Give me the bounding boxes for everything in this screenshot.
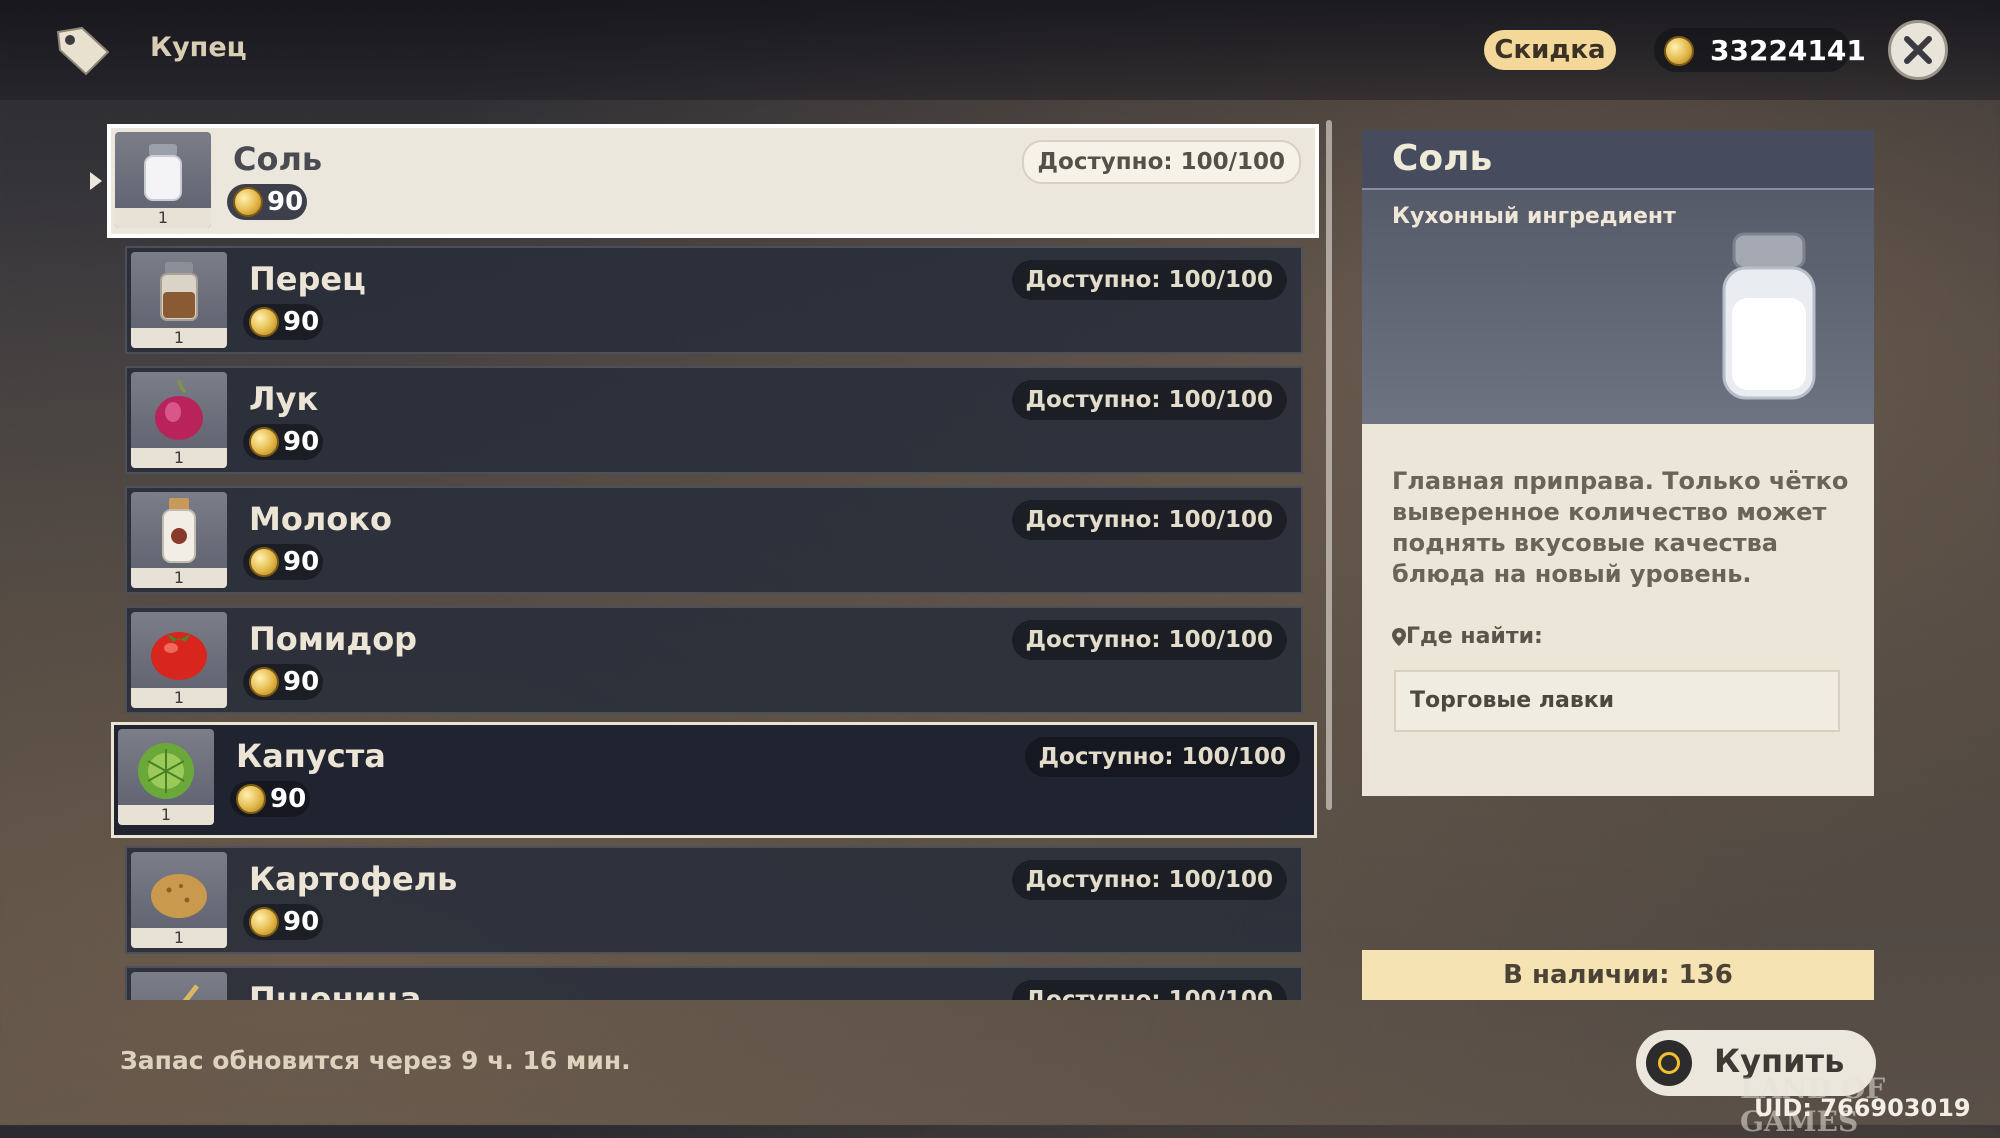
item-type: Кухонный ингредиент bbox=[1392, 204, 1676, 229]
detail-title-bar: Соль bbox=[1362, 130, 1874, 190]
price-value: 90 bbox=[283, 667, 320, 697]
player-uid: UID: 766903019 bbox=[1754, 1094, 1971, 1122]
availability-badge: Доступно: 100/100 bbox=[1011, 380, 1287, 420]
item-thumbnail: 1 bbox=[131, 612, 227, 708]
item-name: Молоко bbox=[249, 500, 392, 538]
price-value: 90 bbox=[267, 187, 304, 217]
milk-bottle-icon bbox=[162, 498, 196, 563]
item-price: 90 bbox=[243, 424, 323, 460]
salt-jar-icon bbox=[1722, 232, 1816, 400]
price-value: 90 bbox=[283, 427, 320, 457]
currency-display: 33224141 bbox=[1654, 28, 1866, 72]
mora-coin-icon bbox=[249, 547, 279, 577]
item-name: Помидор bbox=[249, 620, 418, 658]
tomato-icon bbox=[151, 632, 207, 680]
list-item[interactable]: 1 Лук 90 Доступно: 100/100 bbox=[125, 366, 1303, 474]
item-thumbnail: 1 bbox=[131, 252, 227, 348]
item-name: Капуста bbox=[236, 737, 386, 775]
list-item[interactable]: 1 Картофель 90 Доступно: 100/100 bbox=[125, 846, 1303, 954]
item-thumbnail: 1 bbox=[115, 132, 211, 228]
list-item[interactable]: 1 Помидор 90 Доступно: 100/100 bbox=[125, 606, 1303, 714]
item-list: 1 Соль 90 Доступно: 100/100 1 Перец 90 Д… bbox=[105, 120, 1325, 1000]
mora-coin-icon bbox=[233, 187, 263, 217]
item-name: Соль bbox=[233, 140, 323, 178]
list-item[interactable]: 1 Перец 90 Доступно: 100/100 bbox=[125, 246, 1303, 354]
discount-button[interactable]: Скидка bbox=[1484, 30, 1616, 70]
list-item[interactable]: 1 Соль 90 Доступно: 100/100 bbox=[107, 124, 1319, 238]
availability-badge: Доступно: 100/100 bbox=[1011, 860, 1287, 900]
wheat-icon bbox=[182, 984, 199, 1000]
item-thumbnail: 1 bbox=[131, 972, 227, 1000]
restock-timer: Запас обновится через 9 ч. 16 мин. bbox=[120, 1046, 631, 1075]
item-name: Перец bbox=[249, 260, 366, 298]
item-thumbnail: 1 bbox=[118, 729, 214, 825]
detail-title: Соль bbox=[1392, 138, 1493, 179]
source-label: Где найти: bbox=[1406, 624, 1543, 649]
source-box: Торговые лавки bbox=[1394, 670, 1840, 732]
item-qty: 1 bbox=[131, 568, 227, 588]
price-value: 90 bbox=[283, 907, 320, 937]
item-qty: 1 bbox=[131, 688, 227, 708]
item-price: 90 bbox=[243, 664, 323, 700]
pepper-jar-icon bbox=[160, 262, 198, 321]
mora-coin-icon bbox=[236, 784, 266, 814]
onion-icon bbox=[155, 379, 203, 440]
item-thumbnail: 1 bbox=[131, 372, 227, 468]
mora-coin-icon bbox=[249, 307, 279, 337]
item-qty: 1 bbox=[115, 208, 211, 228]
controller-button-icon bbox=[1646, 1040, 1692, 1086]
availability-badge: Доступно: 100/100 bbox=[1011, 980, 1287, 1000]
mora-coin-icon bbox=[249, 907, 279, 937]
currency-amount: 33224141 bbox=[1710, 34, 1866, 67]
availability-badge: Доступно: 100/100 bbox=[1011, 260, 1287, 300]
price-value: 90 bbox=[283, 307, 320, 337]
item-thumbnail: 1 bbox=[131, 492, 227, 588]
item-qty: 1 bbox=[118, 805, 214, 825]
item-price: 90 bbox=[243, 304, 323, 340]
item-qty: 1 bbox=[131, 448, 227, 468]
availability-badge: Доступно: 100/100 bbox=[1011, 500, 1287, 540]
item-price: 90 bbox=[227, 184, 307, 220]
list-item[interactable]: 1 Пшеница 90 Доступно: 100/100 bbox=[125, 966, 1303, 1000]
item-thumbnail: 1 bbox=[131, 852, 227, 948]
mora-coin-icon bbox=[249, 427, 279, 457]
close-button[interactable] bbox=[1888, 20, 1948, 80]
location-pin-icon bbox=[1392, 628, 1406, 646]
item-name: Лук bbox=[249, 380, 319, 418]
salt-jar-icon bbox=[144, 144, 182, 201]
close-icon bbox=[1904, 36, 1932, 64]
stock-count: В наличии: 136 bbox=[1362, 950, 1874, 1000]
cabbage-icon bbox=[138, 743, 194, 799]
source-value: Торговые лавки bbox=[1410, 688, 1615, 713]
shop-title: Купец bbox=[150, 32, 247, 63]
list-item[interactable]: 1 Капуста 90 Доступно: 100/100 bbox=[111, 722, 1317, 838]
availability-badge: Доступно: 100/100 bbox=[1024, 737, 1300, 777]
detail-body: Главная приправа. Только чётко выверенно… bbox=[1362, 424, 1874, 796]
detail-header: Соль Кухонный ингредиент bbox=[1362, 130, 1874, 424]
item-name: Пшеница bbox=[249, 980, 422, 1000]
item-description: Главная приправа. Только чётко выверенно… bbox=[1392, 467, 1849, 588]
price-value: 90 bbox=[270, 784, 307, 814]
mora-coin-icon bbox=[1664, 36, 1694, 66]
top-bar: Купец Скидка 33224141 bbox=[0, 0, 2000, 100]
list-scrollbar[interactable] bbox=[1326, 120, 1332, 810]
item-price: 90 bbox=[230, 781, 310, 817]
price-tag-icon bbox=[56, 26, 110, 76]
availability-badge: Доступно: 100/100 bbox=[1011, 620, 1287, 660]
item-qty: 1 bbox=[131, 328, 227, 348]
price-value: 90 bbox=[283, 547, 320, 577]
item-detail-panel: Соль Кухонный ингредиент Главная приправ… bbox=[1362, 130, 1874, 796]
scrollbar-thumb[interactable] bbox=[1326, 120, 1332, 810]
list-item[interactable]: 1 Молоко 90 Доступно: 100/100 bbox=[125, 486, 1303, 594]
item-price: 90 bbox=[243, 544, 323, 580]
selection-pointer-icon bbox=[90, 172, 102, 190]
availability-badge: Доступно: 100/100 bbox=[1021, 140, 1301, 184]
potato-icon bbox=[151, 874, 207, 918]
mora-coin-icon bbox=[249, 667, 279, 697]
item-price: 90 bbox=[243, 904, 323, 940]
item-name: Картофель bbox=[249, 860, 458, 898]
item-qty: 1 bbox=[131, 928, 227, 948]
